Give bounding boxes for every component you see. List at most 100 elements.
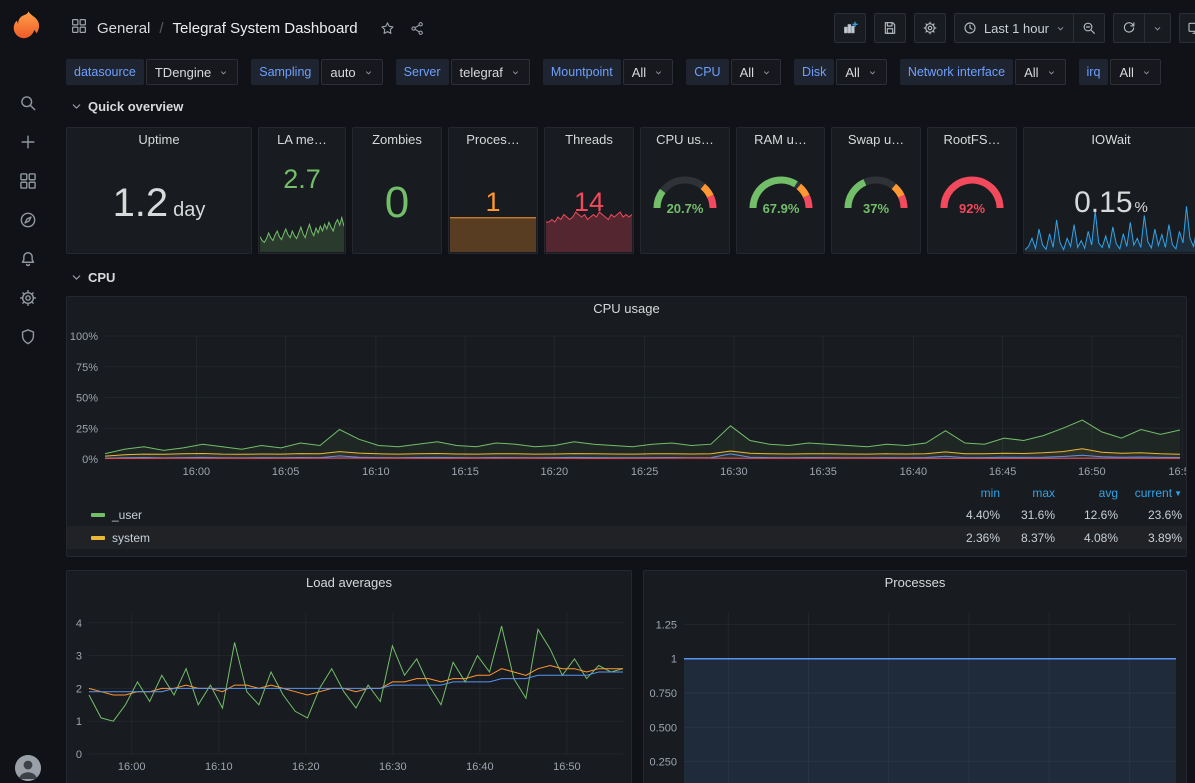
sidebar [0,0,56,783]
load-averages-chart[interactable]: 0123416:0016:1016:2016:3016:4016:50 [67,599,631,774]
svg-text:4: 4 [76,618,82,630]
panel-title[interactable]: LA me… [259,128,345,152]
legend-row: system2.36%8.37%4.08%3.89% [67,526,1186,549]
search-button[interactable] [18,93,38,113]
variable-value-dropdown[interactable]: All [731,59,781,85]
chevron-down-icon [867,67,878,78]
variable-label: Disk [794,59,834,85]
dashboards-button[interactable] [18,171,38,191]
panel-title[interactable]: Swap u… [832,128,920,152]
svg-text:67.9%: 67.9% [762,201,799,216]
svg-text:16:55: 16:55 [1168,466,1186,478]
panel-title[interactable]: RAM u… [737,128,824,152]
variable-value-dropdown[interactable]: All [623,59,673,85]
chevron-down-icon [510,67,521,78]
panel-zombies: Zombies 0 [352,127,442,254]
legend-sort-current[interactable]: current▼ [1118,486,1182,500]
share-dashboard-button[interactable] [409,20,426,37]
legend-sort-avg[interactable]: avg [1055,486,1118,500]
panel-rootfs-gauge: RootFS… 92% [927,127,1017,254]
row-toggle-cpu[interactable]: CPU [70,268,115,286]
legend-sort-min[interactable]: min [944,486,1000,500]
stat-value: 0 [385,181,409,225]
legend-series-name[interactable]: system [112,531,944,545]
legend-row: _user4.40%31.6%12.6%23.6% [67,503,1186,526]
panel-threads: Threads 14 [544,127,634,254]
variable-value-dropdown[interactable]: All [1110,59,1160,85]
server-admin-button[interactable] [18,327,38,347]
breadcrumb-folder[interactable]: General [97,20,150,37]
svg-text:3: 3 [76,651,82,663]
svg-text:0: 0 [76,749,82,761]
row-toggle-quick-overview[interactable]: Quick overview [70,97,183,115]
panel-title[interactable]: CPU usage [67,297,1186,321]
variable-label: datasource [66,59,144,85]
svg-text:2: 2 [76,683,82,695]
sort-caret-icon: ▼ [1174,489,1182,498]
panel-title[interactable]: IOWait [1024,128,1195,152]
variable-value-dropdown[interactable]: All [1015,59,1065,85]
variable-group: irqAll [1079,59,1161,85]
panel-uptime: Uptime 1.2day [66,127,252,254]
chevron-down-icon [1141,67,1152,78]
panel-title[interactable]: Zombies [353,128,441,152]
cpu-usage-chart[interactable]: 0%25%50%75%100%16:0016:0516:1016:1516:20… [67,325,1186,483]
svg-text:1.25: 1.25 [656,619,677,631]
grafana-logo[interactable] [10,9,47,46]
stat-value: 14 [574,189,604,216]
svg-text:16:15: 16:15 [451,466,479,478]
dashboard-settings-button[interactable] [914,13,946,43]
configuration-button[interactable] [18,288,38,308]
chevron-down-icon [761,67,772,78]
variable-value-dropdown[interactable]: TDengine [146,59,238,85]
ram-usage-gauge: 67.9% [743,166,819,221]
breadcrumb: General / Telegraf System Dashboard [70,17,426,40]
panel-title[interactable]: Processes [644,571,1186,595]
panel-title[interactable]: Load averages [67,571,631,595]
variable-value-dropdown[interactable]: All [836,59,886,85]
refresh-interval-dropdown[interactable] [1145,13,1171,43]
save-dashboard-button[interactable] [874,13,906,43]
legend-sort-max[interactable]: max [1000,486,1055,500]
grafana-dashboard: General / Telegraf System Dashboard [0,0,1195,783]
panel-load-average: LA me… 2.7 [258,127,346,254]
svg-text:16:25: 16:25 [631,466,659,478]
chevron-down-icon [1046,67,1057,78]
svg-text:0%: 0% [82,454,98,466]
stat-value: 2.7 [283,166,321,193]
chevron-down-icon [70,100,83,113]
create-button[interactable] [18,132,38,152]
row-title: CPU [88,270,115,285]
chart-legend: min max avg current▼ _user4.40%31.6%12.6… [67,483,1186,557]
alerting-button[interactable] [18,249,38,269]
cycle-view-mode-button[interactable] [1179,13,1195,43]
variable-value-dropdown[interactable]: auto [321,59,382,85]
refresh-controls [1113,13,1171,43]
panel-title[interactable]: CPU us… [641,128,729,152]
panel-iowait: IOWait 0.15% [1023,127,1195,254]
panel-title[interactable]: RootFS… [928,128,1016,152]
panel-title[interactable]: Threads [545,128,633,152]
svg-text:16:45: 16:45 [989,466,1017,478]
refresh-button[interactable] [1113,13,1145,43]
user-avatar[interactable] [15,755,41,781]
svg-text:16:30: 16:30 [720,466,748,478]
add-panel-button[interactable] [834,13,866,43]
panel-title[interactable]: Proces… [449,128,537,152]
cpu-usage-gauge: 20.7% [647,166,723,221]
variable-value-dropdown[interactable]: telegraf [451,59,530,85]
panel-title[interactable]: Uptime [67,128,251,152]
legend-series-name[interactable]: _user [112,508,944,522]
processes-chart[interactable]: 1.2510.7500.5000.250 [644,599,1186,783]
chevron-down-icon [363,67,374,78]
explore-button[interactable] [18,210,38,230]
variables-bar: datasourceTDengineSamplingautoServertele… [66,57,1195,87]
star-dashboard-button[interactable] [379,20,396,37]
time-range-picker[interactable]: Last 1 hour [954,13,1074,43]
rootfs-usage-gauge: 92% [934,166,1010,221]
svg-text:16:50: 16:50 [1078,466,1106,478]
svg-text:16:50: 16:50 [553,761,581,773]
variable-group: Network interfaceAll [900,59,1066,85]
legend-series-name[interactable]: iowait [112,554,944,558]
zoom-out-button[interactable] [1074,13,1105,43]
